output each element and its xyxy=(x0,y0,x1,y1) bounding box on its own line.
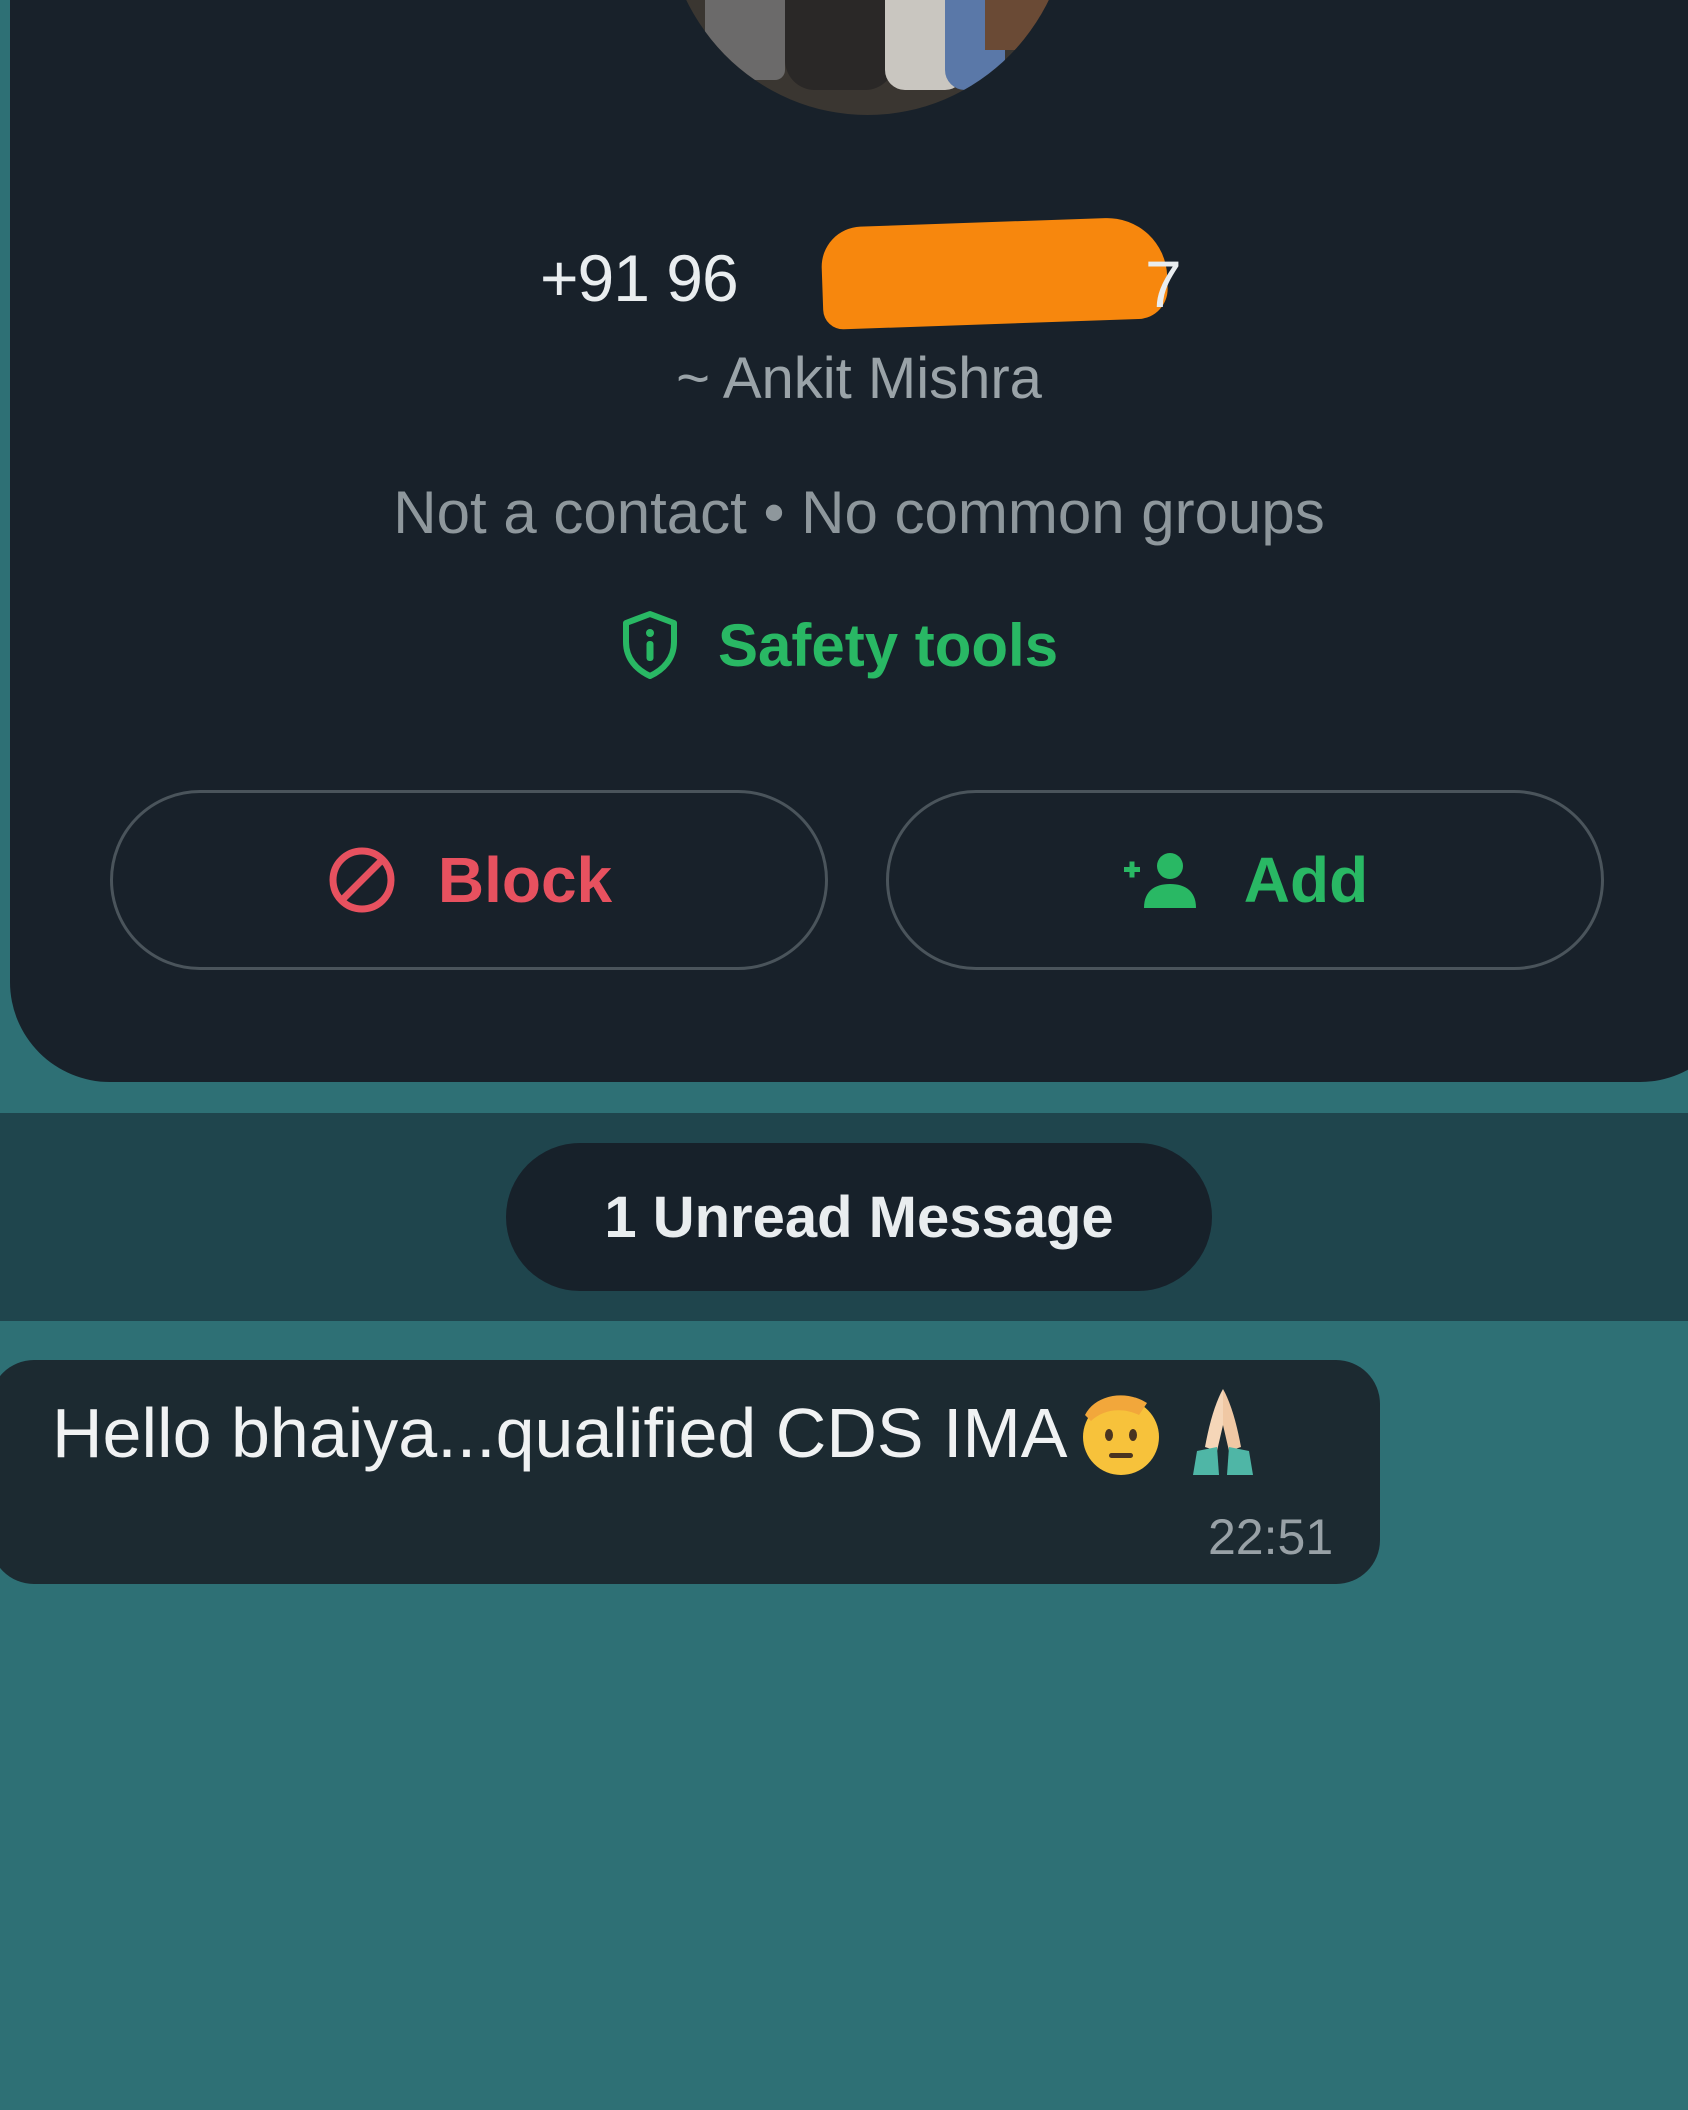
contact-avatar[interactable] xyxy=(665,0,1070,115)
message-timestamp: 22:51 xyxy=(1208,1509,1334,1565)
folded-hands-emoji-icon xyxy=(1193,1389,1254,1475)
phone-prefix: +91 96 xyxy=(540,241,739,315)
safety-tools-label: Safety tools xyxy=(718,611,1059,679)
shield-info-icon xyxy=(623,611,677,679)
unread-message-badge: 1 Unread Message xyxy=(506,1143,1212,1291)
phone-suffix: 7 xyxy=(1145,247,1182,321)
message-text: Hello bhaiya...qualified CDS IMA xyxy=(52,1394,1068,1472)
safety-tools-link[interactable]: Safety tools xyxy=(620,605,1058,685)
add-person-icon xyxy=(1123,853,1196,908)
add-contact-button[interactable]: Add xyxy=(886,790,1604,970)
block-button[interactable]: Block xyxy=(110,790,828,970)
add-button-label: Add xyxy=(1243,844,1369,916)
contact-display-name: ~ Ankit Mishra xyxy=(676,346,1042,411)
contact-phone-number: +91 96 xyxy=(540,240,739,316)
redaction-mark xyxy=(820,216,1169,330)
saluting-face-emoji-icon xyxy=(1083,1395,1160,1475)
contact-status-meta: Not a contact • No common groups xyxy=(393,479,1325,546)
block-button-label: Block xyxy=(437,844,613,916)
block-icon xyxy=(329,847,395,913)
message-content: Hello bhaiya...qualified CDS IMA xyxy=(52,1385,1271,1481)
